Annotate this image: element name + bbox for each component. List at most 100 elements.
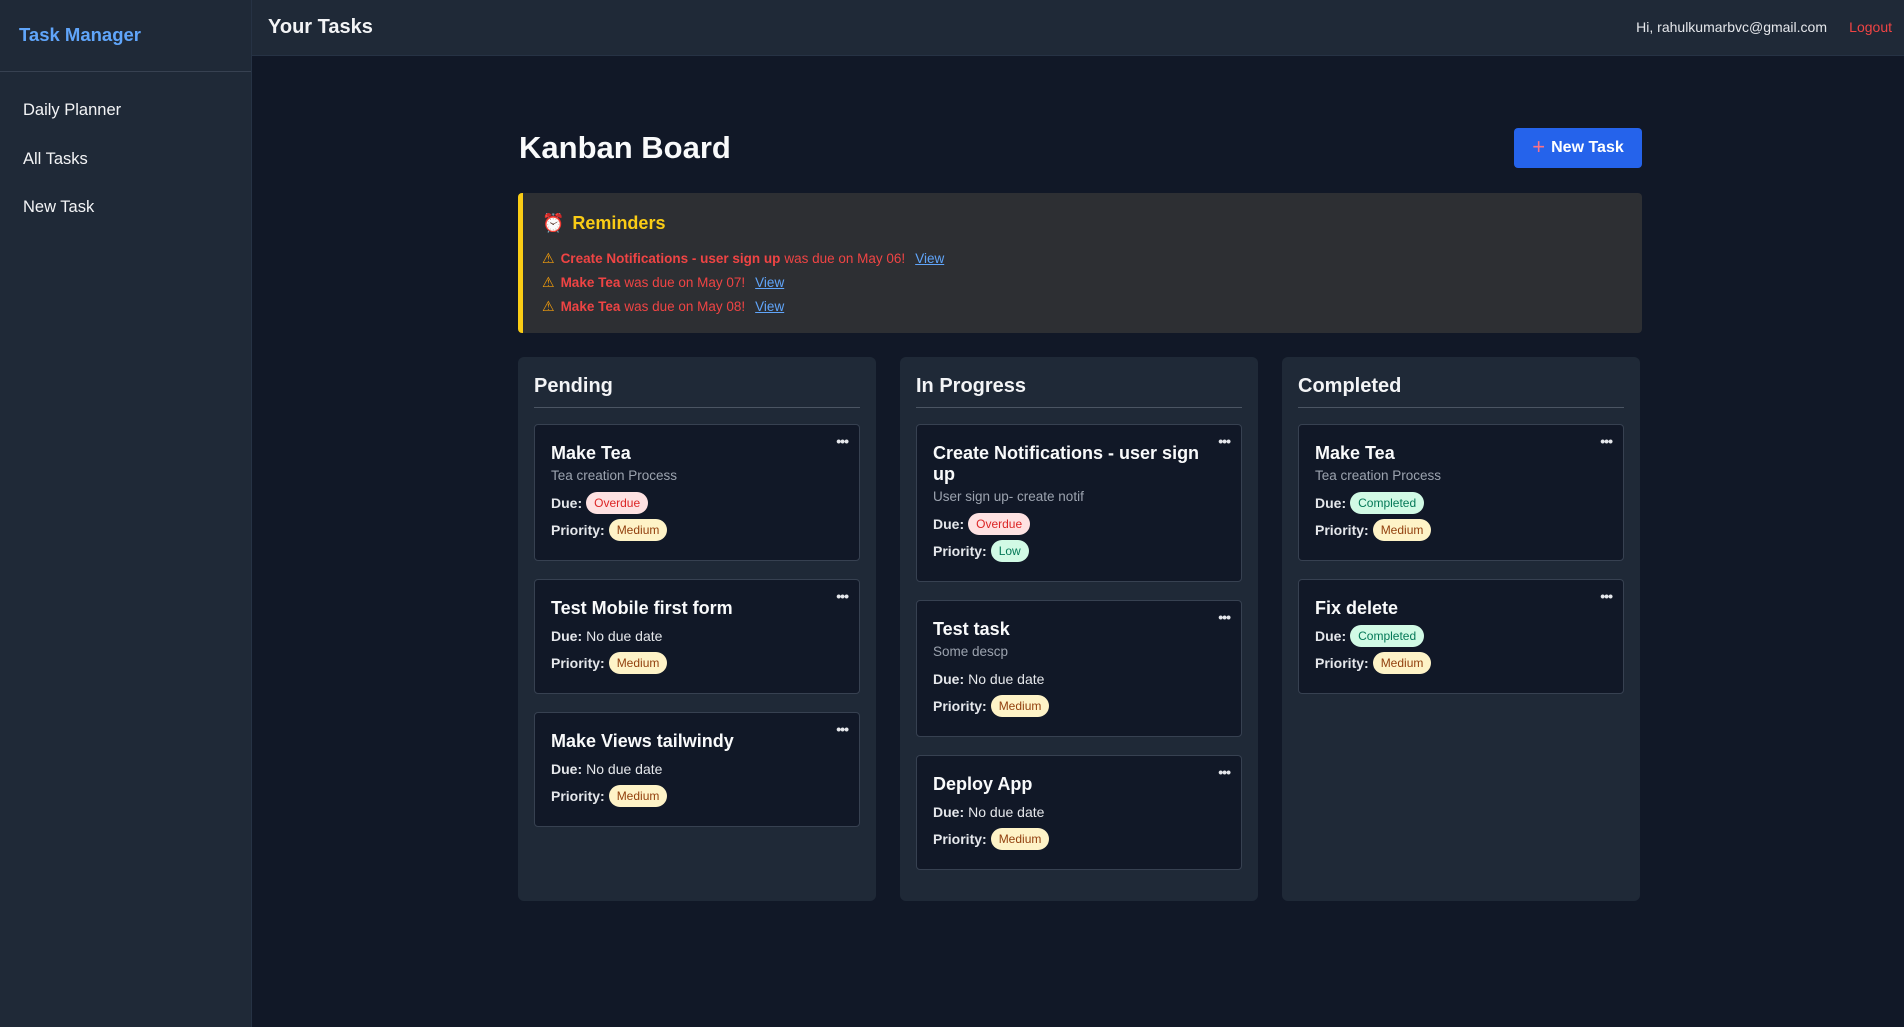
task-title: Test Mobile first form xyxy=(551,598,733,618)
new-task-button[interactable]: + New Task xyxy=(1514,128,1642,168)
due-status-badge: Completed xyxy=(1350,625,1425,647)
more-options-icon[interactable]: ••• xyxy=(1218,433,1231,449)
column-title: Completed xyxy=(1298,375,1624,408)
sidebar-item-new-task[interactable]: New Task xyxy=(0,195,251,244)
due-label: Due: xyxy=(933,671,965,687)
reminder-text: was due on May 07! xyxy=(624,274,746,290)
more-options-icon[interactable]: ••• xyxy=(1218,609,1231,625)
due-label: Due: xyxy=(933,804,965,820)
reminder-item: ⚠ Make Tea was due on May 07! View xyxy=(542,270,1642,294)
reminders-panel: ⏰ Reminders ⚠ Create Notifications - user… xyxy=(518,193,1642,333)
task-card[interactable]: ••• Test Mobile first form Due: No due date… xyxy=(534,579,860,694)
task-priority-row: Priority: Medium xyxy=(933,693,1225,719)
due-value: No due date xyxy=(968,671,1045,687)
due-label: Due: xyxy=(551,761,583,777)
new-task-button-label: New Task xyxy=(1551,139,1624,156)
reminder-text: was due on May 08! xyxy=(624,298,746,314)
priority-label: Priority: xyxy=(1315,522,1369,538)
logout-link[interactable]: Logout xyxy=(1849,19,1892,35)
more-options-icon[interactable]: ••• xyxy=(836,721,849,737)
warning-icon: ⚠ xyxy=(542,297,555,314)
priority-label: Priority: xyxy=(1315,655,1369,671)
reminder-task-name: Make Tea xyxy=(560,274,621,290)
warning-icon: ⚠ xyxy=(542,273,555,290)
column-title: Pending xyxy=(534,375,860,408)
task-card[interactable]: ••• Create Notifications - user sign up Us… xyxy=(916,424,1242,582)
reminder-task-name: Create Notifications - user sign up xyxy=(560,250,781,266)
app-brand[interactable]: Task Manager xyxy=(0,0,251,72)
kanban-columns: Pending ••• Make Tea Tea creation Process Du… xyxy=(518,357,1642,901)
task-due-row: Due: Completed xyxy=(1315,623,1607,649)
more-options-icon[interactable]: ••• xyxy=(1600,588,1613,604)
task-priority-row: Priority: Medium xyxy=(1315,650,1607,676)
plus-icon: + xyxy=(1532,134,1546,159)
kanban-column-completed: Completed ••• Make Tea Tea creation Process… xyxy=(1282,357,1640,901)
task-title: Fix delete xyxy=(1315,598,1399,618)
priority-badge: Medium xyxy=(990,695,1050,717)
reminder-list: ⚠ Create Notifications - user sign up was … xyxy=(542,246,1642,318)
task-priority-row: Priority: Medium xyxy=(1315,517,1607,543)
kanban-column-in-progress: In Progress ••• Create Notifications - use… xyxy=(900,357,1258,901)
priority-badge: Low xyxy=(990,540,1029,562)
board-header: Kanban Board + New Task xyxy=(518,128,1642,172)
priority-label: Priority: xyxy=(551,788,605,804)
priority-badge: Medium xyxy=(1372,652,1432,674)
task-card[interactable]: ••• Make Views tailwindy Due: No due date Pr… xyxy=(534,712,860,827)
task-title: Deploy App xyxy=(933,774,1033,794)
reminder-view-link[interactable]: View xyxy=(915,251,944,266)
priority-badge: Medium xyxy=(608,652,668,674)
main-content: Kanban Board + New Task ⏰ Reminders ⚠ Cre… xyxy=(518,128,1642,901)
task-card[interactable]: ••• Deploy App Due: No due date Priority: Med… xyxy=(916,755,1242,870)
task-due-row: Due: No due date xyxy=(551,756,843,782)
task-title: Create Notifications - user sign up xyxy=(933,443,1200,484)
task-card[interactable]: ••• Fix delete Due: Completed Priority: Mediu… xyxy=(1298,579,1624,694)
more-options-icon[interactable]: ••• xyxy=(1600,433,1613,449)
priority-badge: Medium xyxy=(1372,519,1432,541)
due-label: Due: xyxy=(933,516,965,532)
due-label: Due: xyxy=(1315,495,1347,511)
priority-label: Priority: xyxy=(551,522,605,538)
task-card[interactable]: ••• Make Tea Tea creation Process Due: Overd… xyxy=(534,424,860,561)
task-priority-row: Priority: Medium xyxy=(551,517,843,543)
reminder-item: ⚠ Make Tea was due on May 08! View xyxy=(542,294,1642,318)
priority-badge: Medium xyxy=(990,828,1050,850)
task-due-row: Due: Overdue xyxy=(551,490,843,516)
task-card[interactable]: ••• Test task Some descp Due: No due date Pri… xyxy=(916,600,1242,737)
priority-badge: Medium xyxy=(608,785,668,807)
board-title: Kanban Board xyxy=(519,130,731,165)
reminders-header: ⏰ Reminders xyxy=(542,213,1642,234)
task-priority-row: Priority: Medium xyxy=(551,783,843,809)
task-priority-row: Priority: Low xyxy=(933,538,1225,564)
priority-label: Priority: xyxy=(933,831,987,847)
task-due-row: Due: No due date xyxy=(551,623,843,649)
task-description: Some descp xyxy=(933,644,1009,659)
page-title: Your Tasks xyxy=(268,16,373,38)
priority-label: Priority: xyxy=(933,543,987,559)
task-card[interactable]: ••• Make Tea Tea creation Process Due: Compl… xyxy=(1298,424,1624,561)
reminder-item: ⚠ Create Notifications - user sign up was … xyxy=(542,246,1642,270)
due-value: No due date xyxy=(968,804,1045,820)
column-title: In Progress xyxy=(916,375,1242,408)
due-label: Due: xyxy=(1315,628,1347,644)
more-options-icon[interactable]: ••• xyxy=(836,433,849,449)
reminder-view-link[interactable]: View xyxy=(755,275,784,290)
more-options-icon[interactable]: ••• xyxy=(1218,764,1231,780)
reminders-title: Reminders xyxy=(572,213,666,233)
due-label: Due: xyxy=(551,495,583,511)
task-due-row: Due: Overdue xyxy=(933,511,1225,537)
sidebar-item-daily-planner[interactable]: Daily Planner xyxy=(0,98,251,147)
priority-badge: Medium xyxy=(608,519,668,541)
task-title: Make Views tailwindy xyxy=(551,731,734,751)
priority-label: Priority: xyxy=(551,655,605,671)
task-due-row: Due: No due date xyxy=(933,666,1225,692)
priority-label: Priority: xyxy=(933,698,987,714)
sidebar: Task Manager Daily Planner All Tasks New… xyxy=(0,0,252,1027)
reminder-view-link[interactable]: View xyxy=(755,299,784,314)
more-options-icon[interactable]: ••• xyxy=(836,588,849,604)
sidebar-item-all-tasks[interactable]: All Tasks xyxy=(0,147,251,196)
task-description: Tea creation Process xyxy=(1315,468,1442,483)
top-bar: Your Tasks Hi, rahulkumarbvc@gmail.com L… xyxy=(252,0,1904,56)
sidebar-nav: Daily Planner All Tasks New Task xyxy=(0,72,251,244)
reminder-text: was due on May 06! xyxy=(784,250,906,266)
due-label: Due: xyxy=(551,628,583,644)
